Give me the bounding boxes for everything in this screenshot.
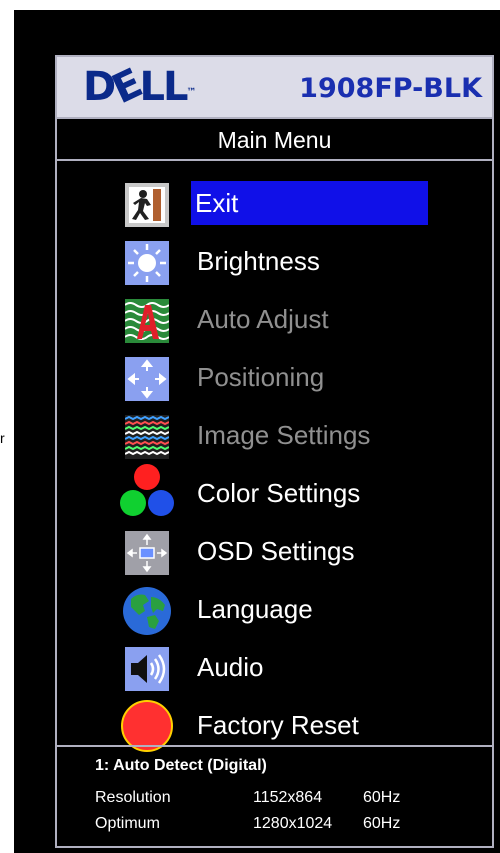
resolution-value: 1152x864	[253, 789, 323, 806]
menu-item-color-settings[interactable]: Color Settings	[120, 464, 445, 519]
menu-item-language[interactable]: Language	[123, 587, 445, 635]
dell-logo: DELL™	[83, 60, 197, 114]
menu-item-osd-settings[interactable]: OSD Settings	[125, 529, 445, 577]
auto-adjust-icon	[125, 299, 169, 343]
menu-item-label: Exit	[191, 181, 428, 225]
osd-header: DELL™ 1908FP-BLK	[57, 57, 492, 119]
optimum-row: Optimum 1280x1024 60Hz	[95, 815, 425, 837]
menu-item-positioning[interactable]: Positioning	[125, 355, 445, 403]
menu-title: Main Menu	[57, 119, 492, 161]
speaker-icon	[125, 647, 169, 691]
monitor-bezel: DELL™ 1908FP-BLK Main Menu Exit Brightne…	[14, 10, 500, 853]
menu-list: Exit Brightness Auto Adjust Positioning …	[57, 161, 492, 752]
menu-item-factory-reset[interactable]: Factory Reset	[121, 700, 445, 752]
menu-item-label: Auto Adjust	[197, 304, 329, 334]
menu-item-image-settings[interactable]: Image Settings	[125, 413, 445, 461]
globe-icon	[121, 585, 173, 637]
menu-item-brightness[interactable]: Brightness	[125, 239, 445, 287]
menu-item-label: OSD Settings	[197, 536, 355, 566]
menu-item-label: Brightness	[197, 246, 320, 276]
input-source: 1: Auto Detect (Digital)	[95, 757, 267, 774]
color-settings-icon	[117, 461, 177, 521]
resolution-refresh: 60Hz	[363, 789, 401, 806]
input-info-panel: 1: Auto Detect (Digital) Resolution 1152…	[57, 745, 492, 846]
resolution-row: Resolution 1152x864 60Hz	[95, 789, 425, 811]
optimum-value: 1280x1024	[253, 815, 333, 832]
model-name: 1908FP-BLK	[299, 73, 482, 104]
menu-item-exit[interactable]: Exit	[125, 181, 445, 229]
menu-item-label: Audio	[197, 652, 264, 682]
optimum-refresh: 60Hz	[363, 815, 401, 832]
resolution-label: Resolution	[95, 789, 171, 806]
menu-item-label: Color Settings	[197, 478, 361, 508]
stray-text: r	[0, 430, 5, 446]
menu-item-label: Image Settings	[197, 420, 371, 450]
optimum-label: Optimum	[95, 815, 160, 832]
osd-settings-icon	[125, 531, 169, 575]
menu-item-label: Factory Reset	[197, 710, 359, 740]
exit-icon	[125, 183, 169, 227]
menu-item-label: Positioning	[197, 362, 325, 392]
menu-item-auto-adjust[interactable]: Auto Adjust	[125, 297, 445, 345]
positioning-icon	[125, 357, 169, 401]
menu-item-label: Language	[197, 594, 313, 624]
image-settings-icon	[125, 415, 169, 459]
menu-item-audio[interactable]: Audio	[125, 645, 445, 693]
brightness-icon	[125, 241, 169, 285]
osd-menu: DELL™ 1908FP-BLK Main Menu Exit Brightne…	[55, 55, 494, 848]
